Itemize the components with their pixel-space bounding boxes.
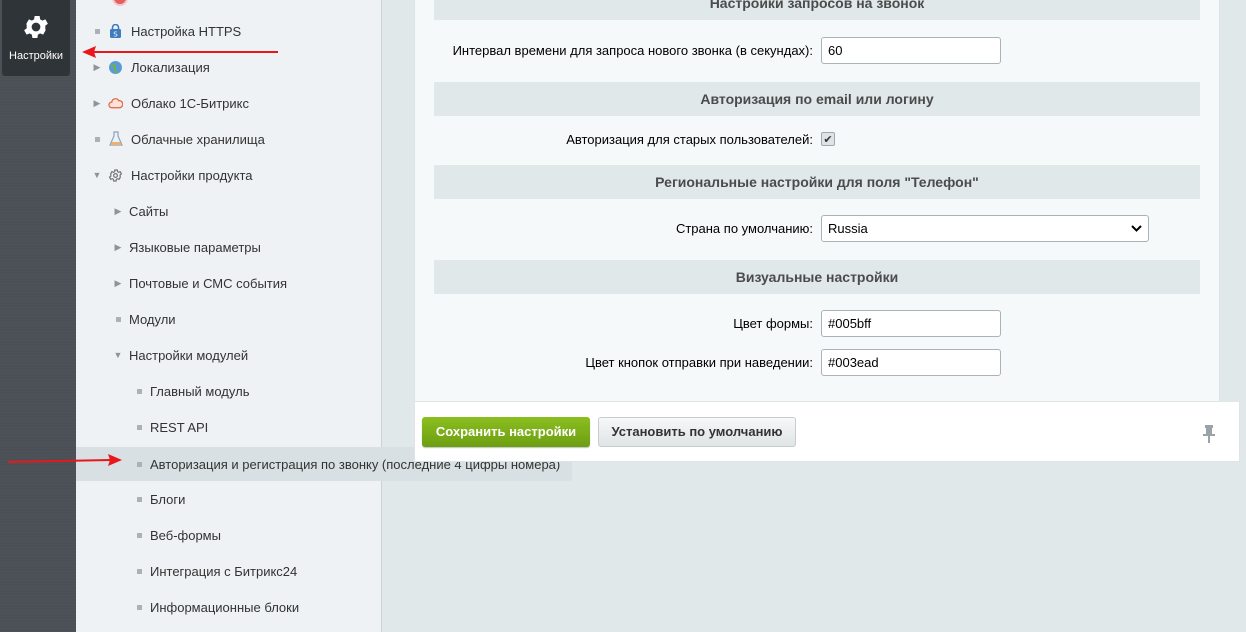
pin-icon[interactable] bbox=[1202, 424, 1216, 444]
annotation-arrow-call-auth bbox=[7, 454, 122, 466]
tree-item-main-module[interactable]: Главный модуль bbox=[134, 381, 249, 401]
tree-item-label: Интеграция с Битрикс24 bbox=[150, 563, 298, 579]
annotation-arrow-settings bbox=[82, 46, 278, 58]
tree-item-label: Локализация bbox=[131, 59, 210, 75]
tree-item-label: Облако 1С-Битрикс bbox=[131, 95, 249, 111]
old-users-auth-label: Авторизация для старых пользователей: bbox=[566, 132, 813, 147]
tree-item-modules[interactable]: Модули bbox=[113, 309, 176, 329]
expand-arrow-icon[interactable]: ▶ bbox=[113, 242, 123, 253]
lock-icon: S bbox=[108, 23, 123, 39]
chevron-down-icon bbox=[1131, 216, 1142, 250]
tree-item-label: Модули bbox=[129, 311, 176, 327]
save-settings-button[interactable]: Сохранить настройки bbox=[422, 417, 590, 447]
tree-item-info-blocks[interactable]: Информационные блоки bbox=[134, 597, 299, 617]
tree-item-label: Языковые параметры bbox=[129, 239, 261, 255]
admin-left-bar: Настройки bbox=[0, 0, 76, 632]
settings-menu-button[interactable]: Настройки bbox=[2, 0, 70, 76]
expand-arrow-icon[interactable]: ▶ bbox=[113, 278, 123, 289]
gear-icon bbox=[24, 16, 48, 38]
cloud-icon bbox=[108, 96, 123, 111]
hover-color-input[interactable]: #003ead bbox=[821, 349, 1001, 376]
tree-item-label: Настройки продукта bbox=[131, 167, 253, 183]
tree-item-label: Блоги bbox=[150, 491, 186, 507]
svg-text:S: S bbox=[113, 30, 118, 38]
section-regional-heading: Региональные настройки для поля "Телефон… bbox=[434, 165, 1200, 199]
section-visual-heading: Визуальные настройки bbox=[434, 260, 1200, 294]
form-color-label: Цвет формы: bbox=[733, 316, 813, 331]
hover-color-label: Цвет кнопок отправки при наведении: bbox=[585, 355, 813, 370]
tree-item-label: Настройки модулей bbox=[129, 347, 249, 363]
tree-item-web-forms[interactable]: Веб-формы bbox=[134, 525, 221, 545]
interval-label: Интервал времени для запроса нового звон… bbox=[452, 43, 813, 58]
tree-item-mail-sms-events[interactable]: ▶ Почтовые и СМС события bbox=[113, 273, 288, 293]
tree-item-label: Сайты bbox=[129, 203, 169, 219]
tree-item-https[interactable]: S Настройка HTTPS bbox=[92, 21, 241, 41]
default-country-label: Страна по умолчанию: bbox=[675, 221, 813, 236]
settings-menu-label: Настройки bbox=[9, 50, 63, 62]
section-auth-heading: Авторизация по email или логину bbox=[434, 82, 1200, 116]
default-country-select[interactable]: Russia bbox=[821, 215, 1149, 242]
tree-item-cloud-storage[interactable]: Облачные хранилища bbox=[92, 129, 265, 149]
collapse-arrow-icon[interactable]: ▼ bbox=[92, 170, 102, 180]
collapse-arrow-icon[interactable]: ▼ bbox=[113, 350, 123, 360]
tree-item-label: Настройка HTTPS bbox=[131, 23, 242, 39]
tree-item-sites[interactable]: ▶ Сайты bbox=[113, 201, 169, 221]
expand-arrow-icon[interactable]: ▶ bbox=[113, 206, 123, 217]
tree-item-localization[interactable]: ▶ Локализация bbox=[92, 57, 210, 77]
form-color-input[interactable]: #005bff bbox=[821, 310, 1001, 337]
checkmark-icon: ✔ bbox=[823, 133, 833, 146]
interval-input[interactable]: 60 bbox=[821, 37, 1001, 64]
gear-icon bbox=[108, 168, 123, 183]
section-call-requests-heading: Настройки запросов на звонок bbox=[434, 0, 1200, 20]
selected-country-value: Russia bbox=[828, 221, 868, 236]
tree-item-blogs[interactable]: Блоги bbox=[134, 489, 185, 509]
tree-item-bitrix24-integration[interactable]: Интеграция с Битрикс24 bbox=[134, 561, 297, 581]
old-users-auth-checkbox[interactable]: ✔ bbox=[821, 132, 835, 146]
tree-item-label: Облачные хранилища bbox=[131, 131, 265, 147]
tree-item-label: Почтовые и СМС события bbox=[129, 275, 288, 291]
tree-item-label: Информационные блоки bbox=[150, 599, 300, 615]
tree-item-rest-api[interactable]: REST API bbox=[134, 417, 208, 437]
tree-item-label: Веб-формы bbox=[150, 527, 221, 543]
tree-item-language-params[interactable]: ▶ Языковые параметры bbox=[113, 237, 261, 257]
expand-arrow-icon[interactable]: ▶ bbox=[92, 98, 102, 109]
tree-item-label: Главный модуль bbox=[150, 383, 250, 399]
flask-icon bbox=[108, 131, 123, 147]
module-settings-form bbox=[414, 0, 1220, 402]
tree-item-product-settings[interactable]: ▼ Настройки продукта bbox=[92, 165, 253, 185]
tree-item-label: REST API bbox=[150, 419, 209, 435]
tree-item-module-settings[interactable]: ▼ Настройки модулей bbox=[113, 345, 249, 365]
restore-defaults-button[interactable]: Установить по умолчанию bbox=[598, 417, 796, 447]
tree-item-bitrix-cloud[interactable]: ▶ Облако 1С-Битрикс bbox=[92, 93, 249, 113]
expand-arrow-icon[interactable]: ▶ bbox=[92, 62, 102, 73]
globe-icon bbox=[108, 60, 123, 75]
